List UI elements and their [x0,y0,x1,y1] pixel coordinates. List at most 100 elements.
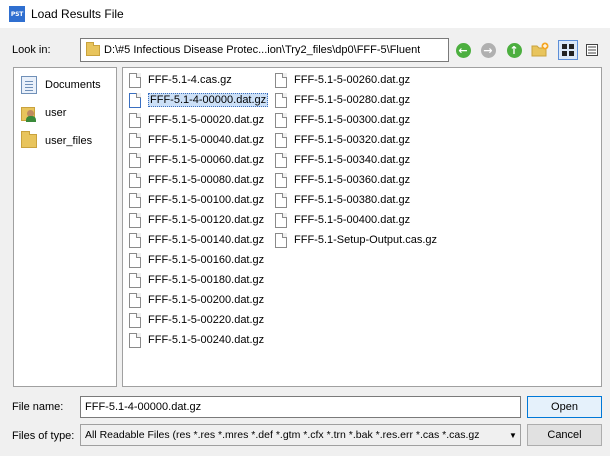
file-item[interactable]: FFF-5.1-5-00140.dat.gz [127,230,270,250]
forward-button[interactable]: → [479,41,497,59]
file-name: FFF-5.1-Setup-Output.cas.gz [294,234,438,246]
file-name: FFF-5.1-4.cas.gz [148,74,232,86]
file-name: FFF-5.1-5-00020.dat.gz [148,114,265,126]
chevron-down-icon: ▼ [509,430,517,440]
file-name: FFF-5.1-5-00080.dat.gz [148,174,265,186]
detail-view-button[interactable] [582,40,602,60]
file-item[interactable]: FFF-5.1-5-00400.dat.gz [273,210,439,230]
place-user-files[interactable]: user_files [21,130,92,152]
file-icon [129,212,141,228]
file-icon [129,332,141,348]
file-icon [275,112,287,128]
back-button[interactable]: ← [454,41,472,59]
file-name: FFF-5.1-5-00060.dat.gz [148,154,265,166]
file-item[interactable]: FFF-5.1-5-00080.dat.gz [127,170,270,190]
file-list[interactable]: FFF-5.1-4.cas.gz FFF-5.1-4-00000.dat.gz FF… [122,67,602,387]
list-view-button[interactable] [558,40,578,60]
new-folder-icon [531,42,549,57]
file-name: FFF-5.1-5-00240.dat.gz [148,334,265,346]
file-item[interactable]: FFF-5.1-5-00340.dat.gz [273,150,439,170]
file-icon [275,172,287,188]
list-view-icon [562,44,574,56]
file-name: FFF-5.1-5-00200.dat.gz [148,294,265,306]
file-item[interactable]: FFF-5.1-5-00260.dat.gz [273,70,439,90]
file-item[interactable]: FFF-5.1-5-00160.dat.gz [127,250,270,270]
window-title: Load Results File [31,7,124,21]
look-in-combo[interactable]: D:\#5 Infectious Disease Protec...ion\Tr… [80,38,449,62]
forward-icon: → [480,42,496,58]
file-icon [275,232,287,248]
app-icon: PST [9,6,25,22]
user-folder-icon [21,104,37,122]
file-icon [129,192,141,208]
file-item[interactable]: FFF-5.1-5-00280.dat.gz [273,90,439,110]
file-item[interactable]: FFF-5.1-5-00220.dat.gz [127,310,270,330]
file-item[interactable]: FFF-5.1-5-00060.dat.gz [127,150,270,170]
file-item[interactable]: FFF-5.1-4-00000.dat.gz [127,90,270,110]
place-user[interactable]: user [21,102,66,124]
file-icon [129,252,141,268]
title-bar: PST Load Results File [0,0,610,28]
file-icon [129,312,141,328]
detail-view-icon [586,44,598,56]
file-name-label: File name: [12,401,64,413]
place-label: user_files [45,135,93,147]
file-icon [129,232,141,248]
file-type-value: All Readable Files (res *.res *.mres *.d… [85,429,480,441]
file-name: FFF-5.1-4-00000.dat.gz [148,93,269,107]
up-folder-button[interactable]: ↑ [505,41,523,59]
file-item[interactable]: FFF-5.1-5-00240.dat.gz [127,330,270,350]
file-name: FFF-5.1-5-00400.dat.gz [294,214,411,226]
file-name: FFF-5.1-5-00360.dat.gz [294,174,411,186]
file-icon [129,112,141,128]
cancel-button[interactable]: Cancel [527,424,602,446]
documents-icon [21,76,37,94]
places-sidebar: Documents user user_files [13,67,117,387]
file-item[interactable]: FFF-5.1-4.cas.gz [127,70,270,90]
file-name: FFF-5.1-5-00340.dat.gz [294,154,411,166]
file-column-2: FFF-5.1-5-00260.dat.gz FFF-5.1-5-00280.da… [273,70,439,250]
file-item[interactable]: FFF-5.1-5-00300.dat.gz [273,110,439,130]
file-name: FFF-5.1-5-00180.dat.gz [148,274,265,286]
file-item[interactable]: FFF-5.1-Setup-Output.cas.gz [273,230,439,250]
file-icon [129,172,141,188]
file-item[interactable]: FFF-5.1-5-00020.dat.gz [127,110,270,130]
file-icon [275,132,287,148]
file-item[interactable]: FFF-5.1-5-00040.dat.gz [127,130,270,150]
file-icon [129,72,141,88]
file-icon [129,292,141,308]
file-icon [129,92,141,108]
new-folder-button[interactable] [531,41,549,59]
up-icon: ↑ [506,42,522,58]
file-icon [129,132,141,148]
file-icon [275,152,287,168]
file-name: FFF-5.1-5-00320.dat.gz [294,134,411,146]
file-item[interactable]: FFF-5.1-5-00180.dat.gz [127,270,270,290]
file-name-input[interactable]: FFF-5.1-4-00000.dat.gz [80,396,521,418]
file-icon [275,212,287,228]
file-item[interactable]: FFF-5.1-5-00320.dat.gz [273,130,439,150]
file-item[interactable]: FFF-5.1-5-00120.dat.gz [127,210,270,230]
folder-icon [21,131,37,148]
file-column-1: FFF-5.1-4.cas.gz FFF-5.1-4-00000.dat.gz FF… [127,70,270,350]
file-item[interactable]: FFF-5.1-5-00360.dat.gz [273,170,439,190]
file-name: FFF-5.1-5-00100.dat.gz [148,194,265,206]
file-item[interactable]: FFF-5.1-5-00380.dat.gz [273,190,439,210]
file-type-label: Files of type: [12,430,75,442]
place-documents[interactable]: Documents [21,74,101,96]
file-item[interactable]: FFF-5.1-5-00200.dat.gz [127,290,270,310]
place-label: Documents [45,79,101,91]
file-item[interactable]: FFF-5.1-5-00100.dat.gz [127,190,270,210]
open-button[interactable]: Open [527,396,602,418]
file-icon [275,72,287,88]
file-icon [275,92,287,108]
file-name: FFF-5.1-5-00040.dat.gz [148,134,265,146]
file-name: FFF-5.1-5-00140.dat.gz [148,234,265,246]
file-icon [129,152,141,168]
look-in-path: D:\#5 Infectious Disease Protec...ion\Tr… [104,44,421,56]
place-label: user [45,107,67,119]
back-icon: ← [455,42,471,58]
look-in-label: Look in: [12,44,51,56]
file-name: FFF-5.1-5-00120.dat.gz [148,214,265,226]
file-type-select[interactable]: All Readable Files (res *.res *.mres *.d… [80,424,521,446]
